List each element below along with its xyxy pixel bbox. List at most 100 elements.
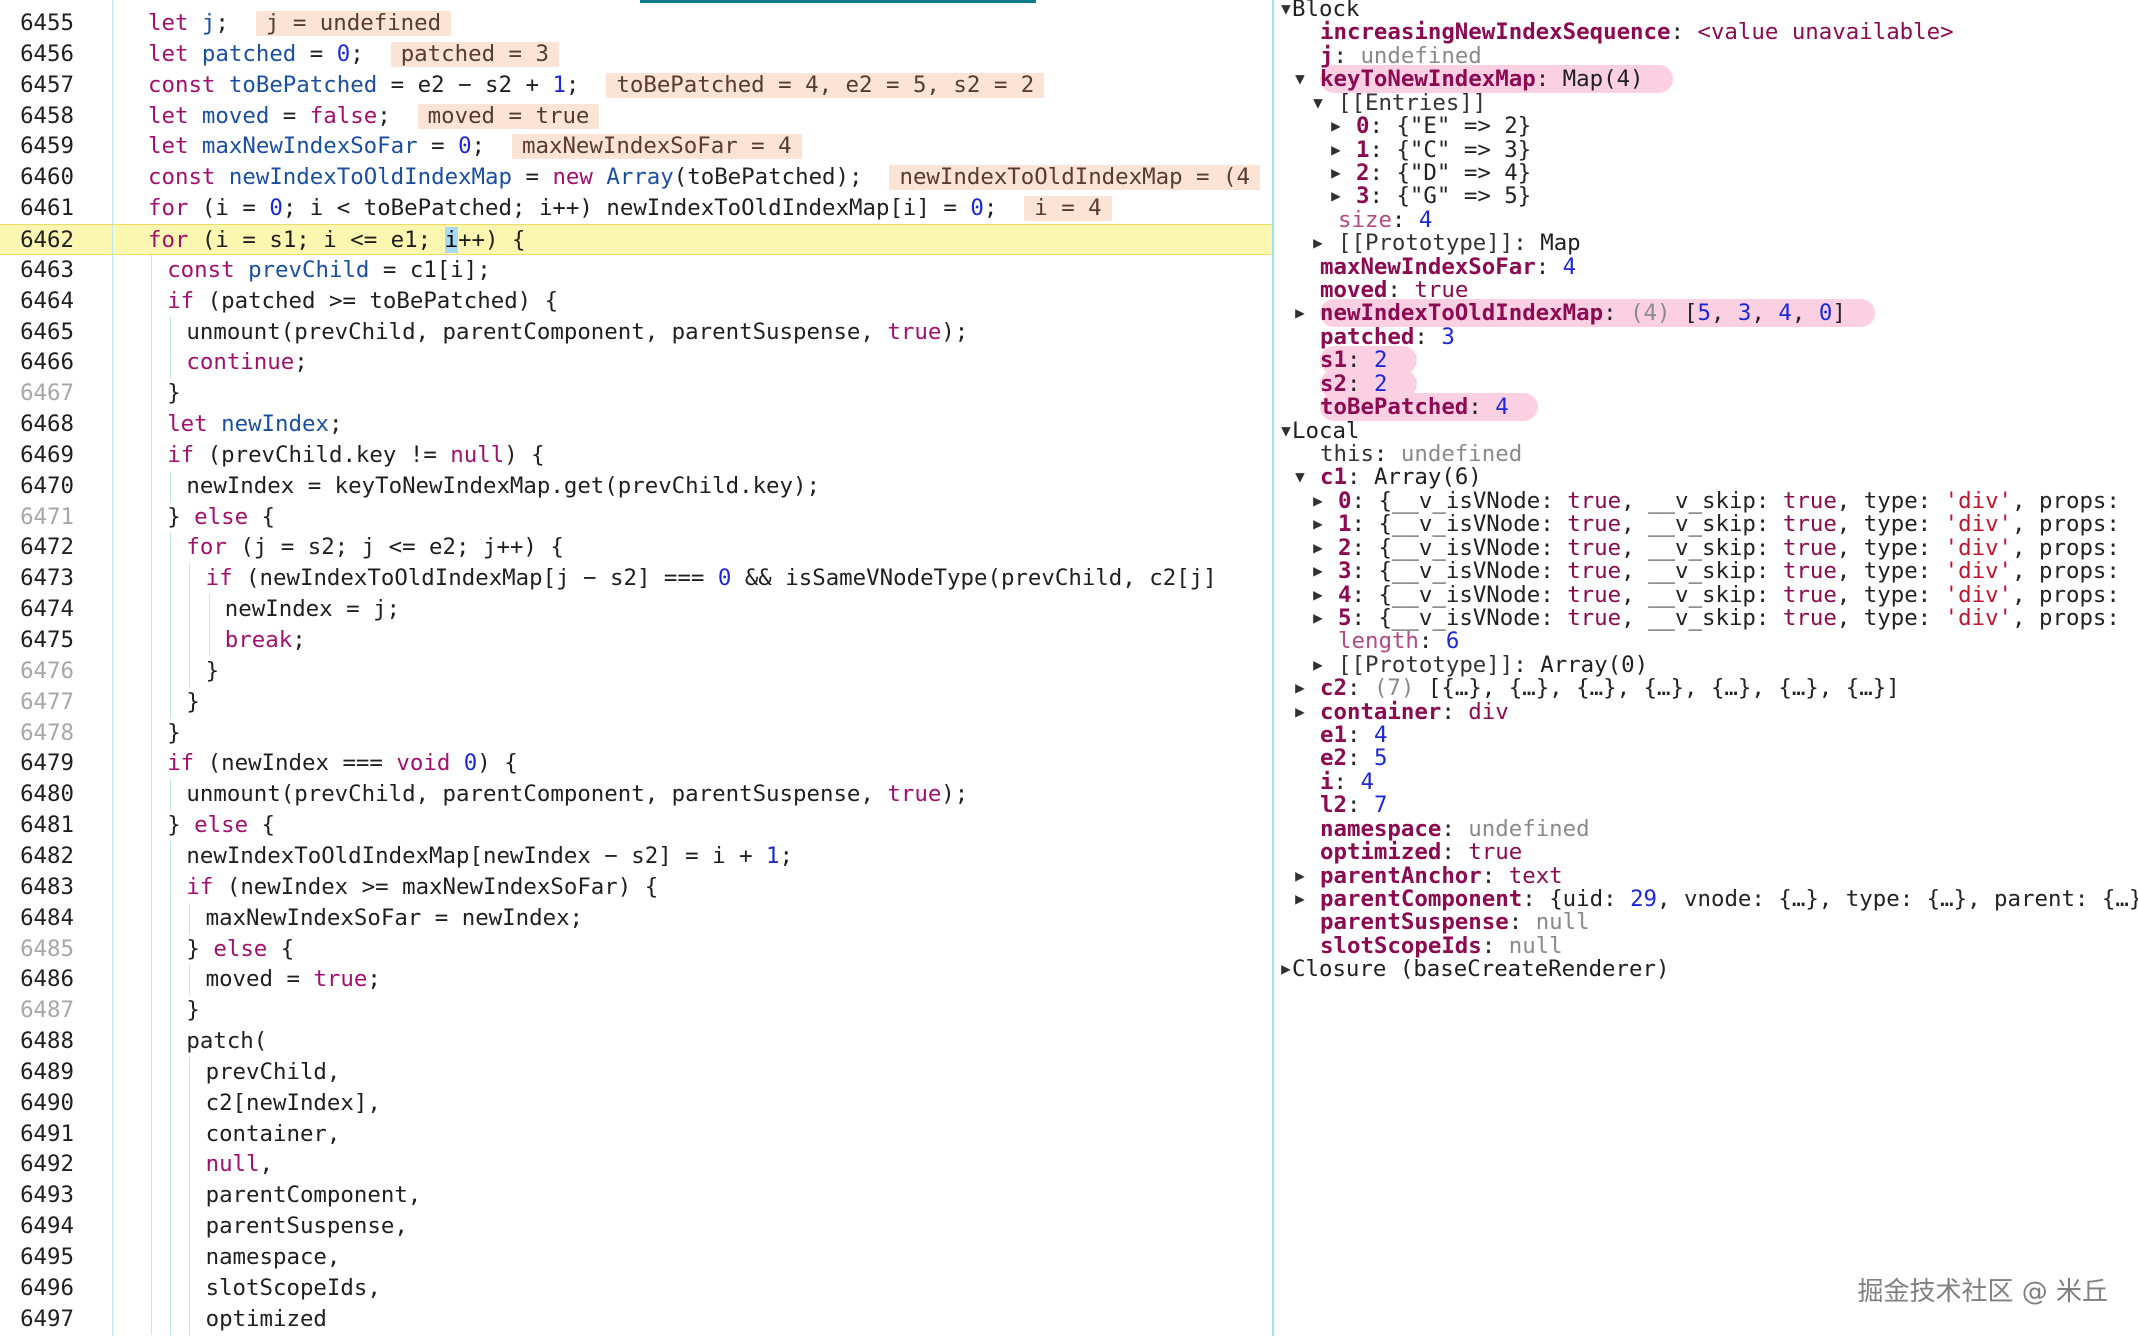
- line-number[interactable]: 6484: [0, 903, 74, 934]
- code-line[interactable]: 6482 newIndexToOldIndexMap[newIndex − s2]…: [0, 840, 1272, 872]
- line-number[interactable]: 6468: [0, 409, 74, 440]
- line-number[interactable]: 6457: [0, 70, 74, 101]
- line-number[interactable]: 6461: [0, 193, 74, 224]
- code-line[interactable]: 6459 let maxNewIndexSoFar = 0; maxNewInde…: [0, 131, 1272, 163]
- code-line[interactable]: 6495 namespace,: [0, 1242, 1272, 1273]
- code-line-paused[interactable]: 6462 for (i = s1; i <= e1; i++) {: [0, 223, 1272, 256]
- code-line[interactable]: 6474 newIndex = j;: [0, 594, 1272, 626]
- line-number[interactable]: 6479: [0, 748, 74, 779]
- code-token: ;: [367, 966, 381, 993]
- line-number[interactable]: 6497: [0, 1304, 74, 1335]
- code-line[interactable]: 6460 const newIndexToOldIndexMap = new Ar…: [0, 162, 1272, 194]
- code-line[interactable]: 6488 patch(: [0, 1026, 1272, 1058]
- indent-guide: [151, 1272, 152, 1304]
- code-line[interactable]: 6477}: [0, 686, 1272, 718]
- code-line[interactable]: 6489 prevChild,: [0, 1056, 1272, 1088]
- line-number[interactable]: 6483: [0, 872, 74, 903]
- line-number[interactable]: 6489: [0, 1057, 74, 1088]
- code-line[interactable]: 6481} else {: [0, 810, 1272, 842]
- code-line[interactable]: 6475 break;: [0, 625, 1272, 656]
- line-number[interactable]: 6464: [0, 286, 74, 317]
- code-line[interactable]: 6468 let newIndex;: [0, 409, 1272, 441]
- line-number[interactable]: 6475: [0, 625, 74, 656]
- code-line[interactable]: 6493 parentComponent,: [0, 1180, 1272, 1212]
- code-line[interactable]: 6497 optimized: [0, 1303, 1272, 1335]
- code-line[interactable]: 6455 let j; j = undefined: [0, 8, 1272, 39]
- line-number[interactable]: 6463: [0, 255, 74, 286]
- line-number[interactable]: 6482: [0, 841, 74, 872]
- line-number[interactable]: 6477: [0, 687, 74, 718]
- code-line[interactable]: 6471} else {: [0, 501, 1272, 533]
- line-number[interactable]: 6469: [0, 440, 74, 471]
- line-number[interactable]: 6467: [0, 378, 74, 409]
- line-number[interactable]: 6466: [0, 347, 74, 378]
- code-token: null: [205, 1151, 260, 1178]
- line-number[interactable]: 6496: [0, 1273, 74, 1304]
- code-line[interactable]: 6461 for (i = 0; i < toBePatched; i++) ne…: [0, 193, 1272, 225]
- line-number[interactable]: 6476: [0, 656, 74, 687]
- indent-guide: [151, 1242, 152, 1273]
- line-number[interactable]: 6478: [0, 718, 74, 749]
- line-number[interactable]: 6493: [0, 1180, 74, 1211]
- line-number[interactable]: 6462: [0, 225, 74, 256]
- line-number[interactable]: 6481: [0, 810, 74, 841]
- code-line[interactable]: 6464 if (patched >= toBePatched) {: [0, 285, 1272, 317]
- line-number[interactable]: 6487: [0, 995, 74, 1026]
- line-number[interactable]: 6459: [0, 131, 74, 162]
- code-line[interactable]: 6470 newIndex = keyToNewIndexMap.get(prev…: [0, 470, 1272, 502]
- line-number[interactable]: 6470: [0, 471, 74, 502]
- code-line[interactable]: 6458 let moved = false; moved = true: [0, 100, 1272, 132]
- line-number[interactable]: 6494: [0, 1211, 74, 1242]
- code-token: 1: [552, 71, 566, 98]
- line-number[interactable]: 6455: [0, 8, 74, 39]
- code-token: true: [887, 781, 942, 808]
- scope-section-title[interactable]: Closure (baseCreateRenderer): [1292, 956, 1669, 982]
- line-number[interactable]: 6491: [0, 1119, 74, 1150]
- code-line[interactable]: 6456 let patched = 0; patched = 3: [0, 38, 1272, 70]
- line-number[interactable]: 6456: [0, 39, 74, 70]
- code-line[interactable]: 6490 c2[newIndex],: [0, 1087, 1272, 1119]
- indent-guide: [112, 748, 113, 780]
- code-line[interactable]: 6479 if (newIndex === void 0) {: [0, 748, 1272, 780]
- code-line[interactable]: 6485} else {: [0, 933, 1272, 965]
- line-number[interactable]: 6471: [0, 502, 74, 533]
- code-line[interactable]: 6478}: [0, 717, 1272, 749]
- code-line[interactable]: 6476}: [0, 655, 1272, 687]
- code-line[interactable]: 6496 slotScopeIds,: [0, 1272, 1272, 1304]
- line-number[interactable]: 6485: [0, 934, 74, 965]
- code-line[interactable]: 6466 continue;: [0, 347, 1272, 379]
- line-number[interactable]: 6480: [0, 779, 74, 810]
- code-line[interactable]: 6457 const toBePatched = e2 − s2 + 1; toB…: [0, 69, 1272, 101]
- code-line[interactable]: 6491 container,: [0, 1118, 1272, 1150]
- code-token: }: [167, 719, 181, 746]
- code-line[interactable]: 6469 if (prevChild.key != null) {: [0, 439, 1272, 471]
- code-line[interactable]: 6487}: [0, 995, 1272, 1027]
- line-number[interactable]: 6488: [0, 1026, 74, 1057]
- code-line[interactable]: 6473 if (newIndexToOldIndexMap[j − s2] ==…: [0, 563, 1272, 595]
- code-line[interactable]: 6472 for (j = s2; j <= e2; j++) {: [0, 532, 1272, 564]
- indent-guide: [112, 717, 113, 749]
- code-line[interactable]: 6483 if (newIndex >= maxNewIndexSoFar) {: [0, 871, 1272, 903]
- line-number[interactable]: 6473: [0, 563, 74, 594]
- code-line[interactable]: 6463 const prevChild = c1[i];: [0, 254, 1272, 286]
- code-line[interactable]: 6465 unmount(prevChild, parentComponent, …: [0, 316, 1272, 348]
- line-number[interactable]: 6492: [0, 1149, 74, 1180]
- line-number[interactable]: 6465: [0, 317, 74, 348]
- line-number[interactable]: 6472: [0, 532, 74, 563]
- code-line[interactable]: 6480 unmount(prevChild, parentComponent, …: [0, 779, 1272, 811]
- indent-guide: [170, 532, 172, 564]
- code-line[interactable]: 6467}: [0, 378, 1272, 410]
- line-number[interactable]: 6495: [0, 1242, 74, 1273]
- line-number[interactable]: 6458: [0, 101, 74, 132]
- code-line[interactable]: 6492 null,: [0, 1149, 1272, 1181]
- code-token: const: [148, 71, 229, 98]
- code-line[interactable]: 6486 moved = true;: [0, 964, 1272, 996]
- code-line[interactable]: 6494 parentSuspense,: [0, 1211, 1272, 1243]
- line-number[interactable]: 6460: [0, 162, 74, 193]
- line-number[interactable]: 6486: [0, 964, 74, 995]
- scope-section-closure[interactable]: ▶ Closure (baseCreateRenderer): [1274, 953, 2138, 985]
- code-line[interactable]: 6484 maxNewIndexSoFar = newIndex;: [0, 902, 1272, 934]
- line-number[interactable]: 6474: [0, 594, 74, 625]
- line-number[interactable]: 6490: [0, 1088, 74, 1119]
- code-text: let maxNewIndexSoFar = 0; maxNewIndexSoF…: [148, 131, 802, 162]
